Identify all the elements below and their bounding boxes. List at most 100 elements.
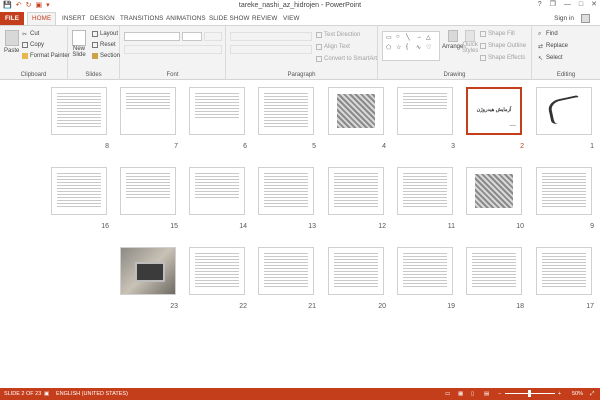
text-direction-button[interactable]: Text Direction bbox=[316, 32, 360, 38]
slide-thumbnail[interactable] bbox=[120, 247, 176, 295]
slide-thumbnail[interactable] bbox=[466, 167, 522, 215]
avatar[interactable] bbox=[581, 14, 590, 23]
tab-slide-show[interactable]: SLIDE SHOW bbox=[209, 12, 250, 25]
slide-number: 20 bbox=[378, 303, 386, 310]
shape-outline-button[interactable]: Shape Outline bbox=[480, 43, 526, 49]
curve-shape-icon[interactable]: ∿ bbox=[416, 44, 421, 51]
zoom-level[interactable]: 50% bbox=[572, 388, 583, 400]
heart-shape-icon[interactable]: ♡ bbox=[426, 44, 431, 51]
arrow-shape-icon[interactable]: → bbox=[416, 34, 422, 40]
new-slide-button[interactable]: New Slide bbox=[72, 30, 86, 58]
paragraph-group: Text Direction Align Text Convert to Sma… bbox=[226, 26, 378, 80]
slide-thumbnail[interactable] bbox=[120, 87, 176, 135]
brace-shape-icon[interactable]: { bbox=[406, 44, 408, 50]
tab-review[interactable]: REVIEW bbox=[252, 12, 277, 25]
zoom-slider-thumb[interactable] bbox=[528, 390, 531, 397]
language-indicator[interactable]: ENGLISH (UNITED STATES) bbox=[56, 388, 128, 400]
find-button[interactable]: ⌕ Find bbox=[538, 31, 558, 37]
tab-insert[interactable]: INSERT bbox=[62, 12, 86, 25]
oval-shape-icon[interactable]: ○ bbox=[396, 34, 400, 40]
shapes-gallery[interactable]: ▭ ○ ╲ → △ ⬠ ☆ { ∿ ♡ bbox=[382, 31, 440, 61]
slide-sorter[interactable]: 1 آزمایش هیدروژن محمد 2 3 4 5 6 7 8 9 10 11 12 13 14 15 1… bbox=[0, 81, 600, 388]
slide-thumbnail[interactable] bbox=[536, 87, 592, 135]
font-group-label: Font bbox=[166, 72, 179, 78]
shape-fill-button[interactable]: Shape Fill bbox=[480, 31, 515, 37]
slide-thumbnail[interactable] bbox=[328, 167, 384, 215]
font-name-box[interactable] bbox=[124, 32, 180, 41]
font-format-row[interactable] bbox=[124, 45, 222, 54]
ribbon-tabs: FILE HOME INSERT DESIGN TRANSITIONS ANIM… bbox=[0, 12, 600, 26]
replace-icon: ⇄ bbox=[538, 44, 544, 50]
scissors-icon: ✂ bbox=[22, 32, 28, 38]
slide-text-lines bbox=[264, 173, 308, 209]
slide-thumbnail[interactable] bbox=[536, 247, 592, 295]
paste-button[interactable]: Paste bbox=[4, 30, 19, 54]
tab-home[interactable]: HOME bbox=[27, 12, 57, 26]
font-size-box[interactable] bbox=[182, 32, 202, 41]
zoom-in-button[interactable]: + bbox=[558, 388, 561, 400]
slide-thumbnail[interactable]: آزمایش هیدروژن محمد bbox=[466, 87, 522, 135]
ribbon-display-icon[interactable]: ❐ bbox=[550, 0, 556, 10]
slide-thumbnail[interactable] bbox=[120, 167, 176, 215]
cut-button[interactable]: ✂ Cut bbox=[22, 31, 39, 38]
replace-button[interactable]: ⇄ Replace bbox=[538, 43, 568, 50]
close-icon[interactable]: ✕ bbox=[591, 0, 597, 10]
tab-file[interactable]: FILE bbox=[0, 12, 24, 25]
rectangle-shape-icon[interactable]: ▭ bbox=[386, 34, 392, 41]
list-indent-row[interactable] bbox=[230, 32, 312, 41]
slide-thumbnail[interactable] bbox=[189, 247, 245, 295]
slide-text-lines bbox=[126, 173, 170, 200]
triangle-shape-icon[interactable]: △ bbox=[426, 34, 431, 41]
help-icon[interactable]: ? bbox=[538, 0, 542, 10]
pentagon-shape-icon[interactable]: ⬠ bbox=[386, 44, 391, 51]
tab-design[interactable]: DESIGN bbox=[90, 12, 115, 25]
reading-view-icon[interactable]: ▯ bbox=[471, 388, 474, 400]
slide-sorter-view-icon[interactable]: ▦ bbox=[458, 388, 463, 400]
slides-group-label: Slides bbox=[85, 72, 102, 78]
grow-shrink-font[interactable] bbox=[204, 32, 222, 41]
maximize-icon[interactable]: □ bbox=[579, 0, 583, 10]
align-text-button[interactable]: Align Text bbox=[316, 44, 350, 50]
slide-thumbnail[interactable] bbox=[397, 87, 453, 135]
line-shape-icon[interactable]: ╲ bbox=[406, 34, 410, 41]
section-button[interactable]: Section bbox=[92, 53, 120, 59]
slide-thumbnail[interactable] bbox=[258, 167, 314, 215]
reset-button[interactable]: Reset bbox=[92, 42, 116, 48]
slide-thumbnail[interactable] bbox=[328, 87, 384, 135]
slide-text-lines bbox=[57, 173, 101, 209]
slide-thumbnail[interactable] bbox=[51, 167, 107, 215]
select-button[interactable]: ↖ Select bbox=[538, 55, 563, 62]
slide-thumbnail[interactable] bbox=[51, 87, 107, 135]
slide-thumbnail[interactable] bbox=[397, 167, 453, 215]
slide-text-lines bbox=[57, 93, 101, 129]
slide-thumbnail[interactable] bbox=[189, 87, 245, 135]
shape-effects-button[interactable]: Shape Effects bbox=[480, 55, 525, 61]
slide-thumbnail[interactable] bbox=[328, 247, 384, 295]
quick-styles-button[interactable]: Quick Styles bbox=[462, 30, 478, 54]
format-painter-button[interactable]: Format Painter bbox=[22, 53, 70, 59]
slideshow-view-icon[interactable]: ▤ bbox=[484, 388, 489, 400]
slide-thumbnail[interactable] bbox=[189, 167, 245, 215]
copy-button[interactable]: Copy bbox=[22, 42, 44, 48]
slide-thumbnail[interactable] bbox=[466, 247, 522, 295]
sign-in-link[interactable]: Sign in bbox=[554, 12, 574, 25]
minimize-icon[interactable]: — bbox=[564, 0, 571, 10]
fit-slide-icon[interactable]: ⤢ bbox=[590, 388, 594, 400]
slide-thumbnail[interactable] bbox=[536, 167, 592, 215]
layout-button[interactable]: Layout bbox=[92, 31, 118, 37]
tab-view[interactable]: VIEW bbox=[283, 12, 300, 25]
slide-thumbnail[interactable] bbox=[397, 247, 453, 295]
slide-text-lines bbox=[126, 93, 170, 110]
normal-view-icon[interactable]: ▭ bbox=[445, 388, 450, 400]
tab-animations[interactable]: ANIMATIONS bbox=[166, 12, 206, 25]
slide-thumbnail[interactable] bbox=[258, 247, 314, 295]
slide-thumbnail[interactable] bbox=[258, 87, 314, 135]
smartart-icon bbox=[316, 56, 322, 62]
tab-transitions[interactable]: TRANSITIONS bbox=[120, 12, 163, 25]
proofing-icon[interactable]: ▣ bbox=[44, 388, 49, 400]
star-shape-icon[interactable]: ☆ bbox=[396, 44, 401, 51]
alignment-row[interactable] bbox=[230, 45, 312, 54]
arrange-button[interactable]: Arrange bbox=[442, 30, 463, 50]
zoom-out-button[interactable]: − bbox=[498, 388, 501, 400]
convert-smartart-button[interactable]: Convert to SmartArt bbox=[316, 56, 377, 62]
